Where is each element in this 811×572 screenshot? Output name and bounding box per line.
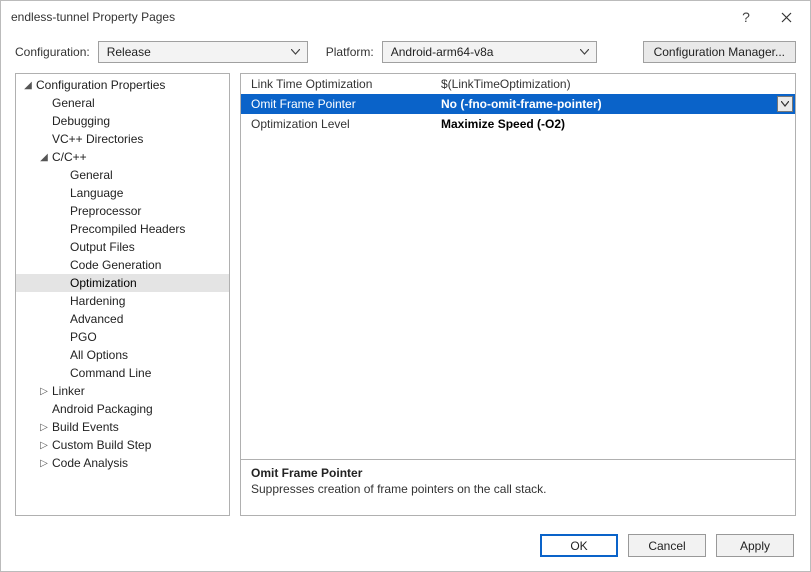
grid-row-selected[interactable]: Omit Frame PointerNo (-fno-omit-frame-po… [241, 94, 795, 114]
configuration-combo[interactable]: Release [98, 41, 308, 63]
tree-item[interactable]: ▷Precompiled Headers [16, 220, 229, 238]
tree-item[interactable]: ▷Custom Build Step [16, 436, 229, 454]
titlebar: endless-tunnel Property Pages ? [1, 1, 810, 33]
description-title: Omit Frame Pointer [251, 466, 785, 480]
config-row: Configuration: Release Platform: Android… [1, 33, 810, 73]
grid-property-name: Omit Frame Pointer [241, 94, 431, 114]
grid-property-value: $(LinkTimeOptimization) [431, 74, 795, 94]
property-grid[interactable]: Link Time Optimization$(LinkTimeOptimiza… [240, 73, 796, 460]
tree-label: Command Line [70, 366, 151, 380]
configuration-value: Release [107, 45, 289, 59]
tree-label: Code Generation [70, 258, 161, 272]
tree-label: General [70, 168, 113, 182]
apply-button[interactable]: Apply [716, 534, 794, 557]
tree-label: Debugging [52, 114, 110, 128]
tree-label: Advanced [70, 312, 123, 326]
platform-label: Platform: [326, 45, 374, 59]
expand-icon[interactable]: ▷ [38, 458, 50, 469]
tree-item-ccpp[interactable]: ◢C/C++ [16, 148, 229, 166]
apply-label: Apply [740, 539, 770, 553]
close-button[interactable] [766, 3, 806, 31]
tree-label: All Options [70, 348, 128, 362]
grid-row[interactable]: Optimization LevelMaximize Speed (-O2) [241, 114, 795, 134]
tree-item-root[interactable]: ◢ Configuration Properties [16, 76, 229, 94]
tree-item[interactable]: ▷General [16, 94, 229, 112]
tree-label: Output Files [70, 240, 135, 254]
tree-label: Android Packaging [52, 402, 153, 416]
chevron-down-icon[interactable] [777, 96, 793, 112]
tree-item[interactable]: ▷Command Line [16, 364, 229, 382]
tree-label: Code Analysis [52, 456, 128, 470]
expand-icon[interactable]: ▷ [38, 422, 50, 433]
configuration-label: Configuration: [15, 45, 90, 59]
tree-label: Custom Build Step [52, 438, 151, 452]
cancel-button[interactable]: Cancel [628, 534, 706, 557]
description-panel: Omit Frame Pointer Suppresses creation o… [240, 460, 796, 516]
window-title: endless-tunnel Property Pages [11, 10, 726, 24]
tree-label: Linker [52, 384, 85, 398]
right-panel: Link Time Optimization$(LinkTimeOptimiza… [240, 73, 796, 516]
ok-label: OK [570, 539, 587, 553]
tree-item[interactable]: ▷Linker [16, 382, 229, 400]
tree-item[interactable]: ▷All Options [16, 346, 229, 364]
tree-label: General [52, 96, 95, 110]
main-area: ◢ Configuration Properties ▷General▷Debu… [1, 73, 810, 524]
tree-item[interactable]: ▷PGO [16, 328, 229, 346]
tree-label: Hardening [70, 294, 125, 308]
chevron-down-icon [289, 42, 303, 62]
expand-icon[interactable]: ▷ [38, 440, 50, 451]
tree-item[interactable]: ▷Hardening [16, 292, 229, 310]
footer: OK Cancel Apply [1, 524, 810, 571]
tree-panel[interactable]: ◢ Configuration Properties ▷General▷Debu… [15, 73, 230, 516]
expand-icon[interactable]: ▷ [38, 386, 50, 397]
property-pages-dialog: endless-tunnel Property Pages ? Configur… [0, 0, 811, 572]
collapse-icon[interactable]: ◢ [22, 80, 34, 91]
close-icon [781, 12, 792, 23]
tree-item[interactable]: ▷Code Generation [16, 256, 229, 274]
tree-item[interactable]: ▷Preprocessor [16, 202, 229, 220]
tree-item[interactable]: ▷Build Events [16, 418, 229, 436]
config-manager-label: Configuration Manager... [654, 45, 785, 59]
tree-label: Build Events [52, 420, 119, 434]
collapse-icon[interactable]: ◢ [38, 152, 50, 163]
chevron-down-icon [578, 42, 592, 62]
grid-row[interactable]: Link Time Optimization$(LinkTimeOptimiza… [241, 74, 795, 94]
tree-item[interactable]: ▷Code Analysis [16, 454, 229, 472]
tree-label: Precompiled Headers [70, 222, 185, 236]
tree-label: C/C++ [52, 150, 87, 164]
tree-item[interactable]: ▷Android Packaging [16, 400, 229, 418]
tree-item[interactable]: ▷Advanced [16, 310, 229, 328]
tree-label: Configuration Properties [36, 78, 165, 92]
tree-item-selected[interactable]: ▷Optimization [16, 274, 229, 292]
platform-value: Android-arm64-v8a [391, 45, 578, 59]
cancel-label: Cancel [648, 539, 685, 553]
tree-label: VC++ Directories [52, 132, 143, 146]
grid-property-name: Link Time Optimization [241, 74, 431, 94]
tree-label: Preprocessor [70, 204, 141, 218]
tree-label: PGO [70, 330, 97, 344]
help-icon: ? [742, 9, 750, 25]
tree-label: Optimization [70, 276, 137, 290]
tree-item[interactable]: ▷Debugging [16, 112, 229, 130]
description-text: Suppresses creation of frame pointers on… [251, 482, 785, 496]
tree-item[interactable]: ▷VC++ Directories [16, 130, 229, 148]
ok-button[interactable]: OK [540, 534, 618, 557]
grid-property-name: Optimization Level [241, 114, 431, 134]
tree-label: Language [70, 186, 123, 200]
help-button[interactable]: ? [726, 3, 766, 31]
platform-combo[interactable]: Android-arm64-v8a [382, 41, 597, 63]
config-manager-button[interactable]: Configuration Manager... [643, 41, 796, 63]
grid-property-value[interactable]: No (-fno-omit-frame-pointer) [431, 94, 795, 114]
tree-item[interactable]: ▷Output Files [16, 238, 229, 256]
grid-property-value: Maximize Speed (-O2) [431, 114, 795, 134]
tree-item[interactable]: ▷General [16, 166, 229, 184]
tree-item[interactable]: ▷Language [16, 184, 229, 202]
